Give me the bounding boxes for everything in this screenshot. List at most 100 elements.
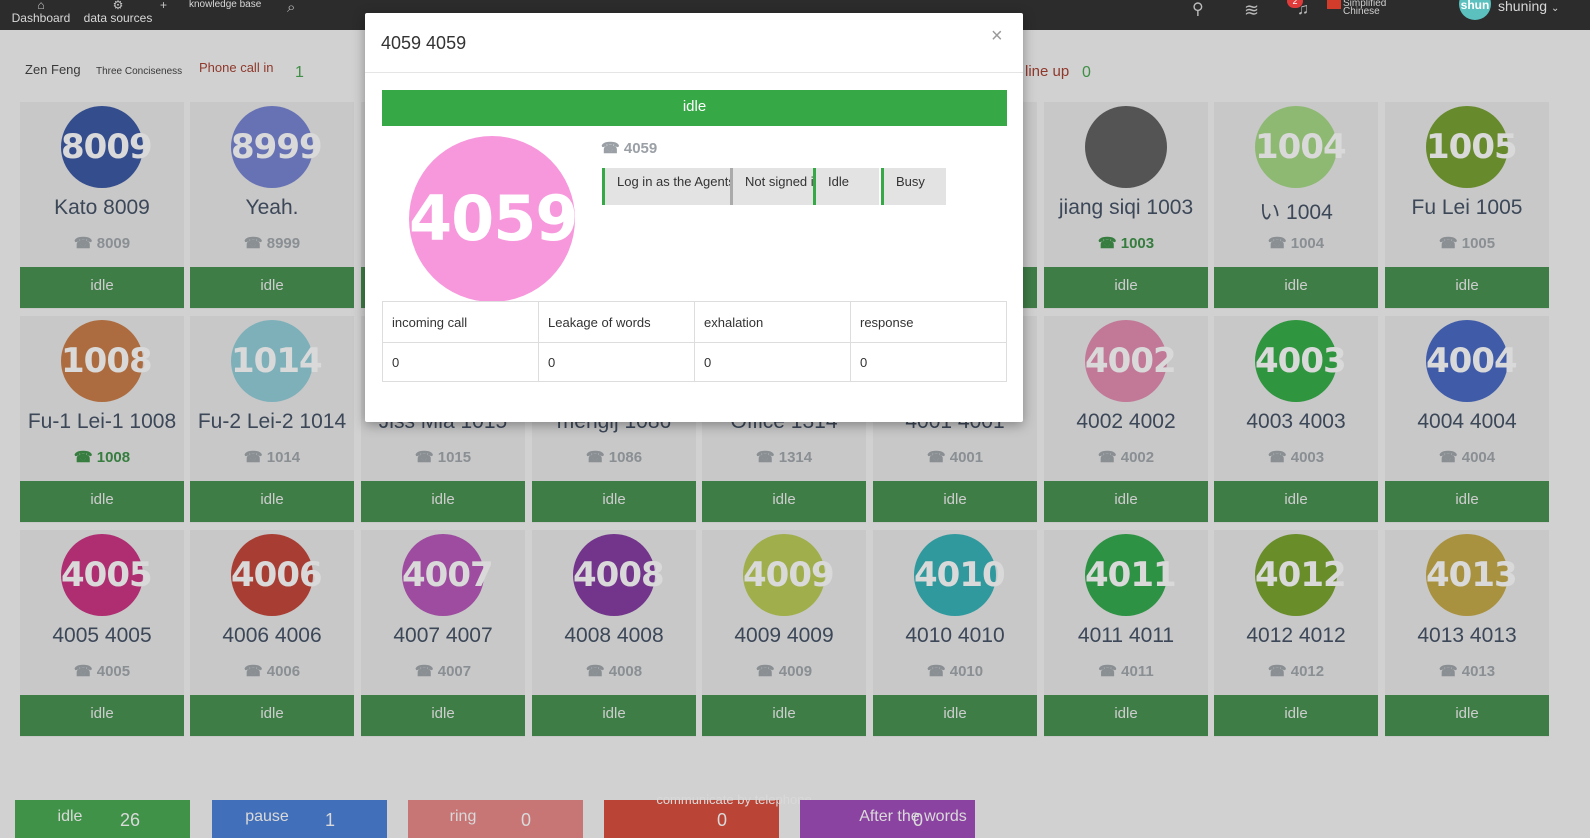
agent-name: 4004 4004 [1417, 410, 1517, 433]
summary-label: idle [57, 808, 83, 825]
agent-extension-number: 1086 [608, 449, 643, 466]
agent-state-bar: idle [702, 481, 866, 522]
status-group-1: Zen Feng [25, 62, 81, 77]
login-agent-button[interactable]: Log in as the Agents [602, 168, 735, 205]
summary-label: communicate by telephone [656, 792, 812, 807]
phone-icon: ☎ [1097, 449, 1121, 466]
agent-extension: ☎ 1004 [1214, 234, 1378, 252]
agent-extension: ☎ 1008 [20, 448, 184, 466]
line-up-label: line up [1025, 63, 1070, 80]
agent-card[interactable]: jiang siqi 1003 ☎ 1003 idle [1044, 102, 1208, 309]
agent-extension-number: 1008 [96, 449, 131, 466]
layers-icon[interactable]: ≋ [1244, 1, 1259, 32]
username-menu[interactable]: shuning ⌄ [1498, 0, 1559, 15]
agent-card[interactable]: 4011 4011 4011 ☎ 4011 idle [1044, 530, 1208, 737]
agent-state-bar: idle [873, 481, 1037, 522]
agent-card[interactable]: 1005 Fu Lei 1005 ☎ 1005 idle [1385, 102, 1549, 309]
agent-name: jiang siqi 1003 [1058, 196, 1194, 219]
agent-badge: 4007 [402, 534, 494, 616]
nav-dashboard-label: Dashboard [11, 11, 71, 25]
agent-card[interactable]: 1004 い 1004 ☎ 1004 idle [1214, 102, 1378, 309]
nav-data-sources-label: data sources [83, 11, 153, 25]
agent-state-bar: idle [190, 267, 354, 308]
agent-state-bar: idle [20, 695, 184, 736]
agent-card[interactable]: 4004 4004 4004 ☎ 4004 idle [1385, 316, 1549, 523]
modal-agent-badge: 4059 [409, 136, 579, 302]
agent-extension-number: 1014 [266, 449, 301, 466]
agent-card[interactable]: 4005 4005 4005 ☎ 4005 idle [20, 530, 184, 737]
agent-name: い 1004 [1259, 201, 1333, 224]
idle-button[interactable]: Idle [813, 168, 879, 205]
header-response: response [850, 301, 1007, 343]
agent-card[interactable]: 8009 Kato 8009 ☎ 8009 idle [20, 102, 184, 309]
agent-badge: 4002 [1085, 320, 1177, 402]
agent-badge: 4009 [743, 534, 835, 616]
agent-state-bar: idle [20, 267, 184, 308]
agent-card[interactable]: 4009 4009 4009 ☎ 4009 idle [702, 530, 866, 737]
summary-0[interactable]: idle 26 [15, 800, 190, 838]
agent-extension-number: 4010 [949, 663, 984, 680]
summary-count: 1 [325, 810, 336, 830]
language-selector[interactable]: Simplified Chinese [1343, 0, 1386, 17]
agent-extension: ☎ 4010 [873, 662, 1037, 680]
agent-extension: ☎ 4008 [532, 662, 696, 680]
agent-card[interactable]: 4007 4007 4007 ☎ 4007 idle [361, 530, 525, 737]
agent-extension: ☎ 8999 [190, 234, 354, 252]
nav-data-sources[interactable]: ⚙ data sources [80, 0, 156, 30]
summary-count: 26 [120, 810, 141, 830]
agent-badge [1085, 106, 1167, 188]
nav-knowledge-base[interactable]: + knowledge base [154, 0, 274, 30]
agent-extension: ☎ 4009 [702, 662, 866, 680]
nav-dashboard[interactable]: ⌂ Dashboard [10, 0, 72, 30]
agent-state-bar: idle [1385, 695, 1549, 736]
summary-3[interactable]: communicate by telephone 0 [604, 792, 812, 838]
agent-badge: 4006 [231, 534, 323, 616]
agent-badge: 8999 [231, 106, 323, 188]
agent-state-bar: idle [190, 481, 354, 522]
gear-icon: ⚙ [112, 0, 124, 12]
agent-badge: 8009 [61, 106, 153, 188]
agent-card[interactable]: 4008 4008 4008 ☎ 4008 idle [532, 530, 696, 737]
agent-extension: ☎ 4007 [361, 662, 525, 680]
wrench-icon[interactable]: ⚲ [1192, 2, 1204, 32]
agent-state-bar: idle [1214, 695, 1378, 736]
agent-card[interactable]: 4002 4002 4002 ☎ 4002 idle [1044, 316, 1208, 523]
agent-card[interactable]: 4010 4010 4010 ☎ 4010 idle [873, 530, 1037, 737]
agent-state-bar: idle [1214, 481, 1378, 522]
agent-name: 4006 4006 [222, 624, 322, 647]
busy-button[interactable]: Busy [881, 168, 946, 205]
agent-extension-number: 4008 [608, 663, 643, 680]
agent-card[interactable]: 4012 4012 4012 ☎ 4012 idle [1214, 530, 1378, 737]
agent-extension-number: 1005 [1461, 235, 1496, 252]
summary-1[interactable]: pause 1 [212, 800, 387, 838]
agent-card[interactable]: 1014 Fu-2 Lei-2 1014 ☎ 1014 idle [190, 316, 354, 523]
agent-extension-number: 1003 [1120, 235, 1155, 252]
summary-2[interactable]: ring 0 [408, 800, 583, 838]
agent-extension: ☎ 4005 [20, 662, 184, 680]
agent-card[interactable]: 8999 Yeah. ☎ 8999 idle [190, 102, 354, 309]
phone-icon: ☎ [1438, 663, 1462, 680]
plus-icon: + [160, 0, 168, 12]
agent-card[interactable]: 4003 4003 4003 ☎ 4003 idle [1214, 316, 1378, 523]
agent-card[interactable]: 4013 4013 4013 ☎ 4013 idle [1385, 530, 1549, 737]
agent-badge: 4005 [61, 534, 153, 616]
avatar[interactable]: shun [1459, 0, 1491, 20]
agent-card[interactable]: 1008 Fu-1 Lei-1 1008 ☎ 1008 idle [20, 316, 184, 523]
agent-badge: 1004 [1255, 106, 1347, 188]
agent-extension: ☎ 1005 [1385, 234, 1549, 252]
phone-icon: ☎ [601, 140, 620, 157]
table-header-row: incoming call Leakage of words exhalatio… [382, 301, 1007, 343]
summary-4[interactable]: After the words 0 [800, 800, 975, 838]
search-icon[interactable]: ⌕ [287, 0, 305, 30]
agent-extension-number: 4012 [1290, 663, 1325, 680]
table-row: 0 0 0 0 [382, 342, 1007, 382]
modal-title: 4059 4059 [381, 33, 467, 53]
agent-extension: ☎ 4001 [873, 448, 1037, 466]
agent-badge: 4010 [914, 534, 1006, 616]
agent-card[interactable]: 4006 4006 4006 ☎ 4006 idle [190, 530, 354, 737]
not-signed-in-button[interactable]: Not signed in [730, 168, 821, 205]
agent-badge: 1014 [231, 320, 323, 402]
header-leakage-of-words: Leakage of words [538, 301, 695, 343]
phone-icon: ☎ [243, 449, 267, 466]
close-icon[interactable]: × [991, 25, 1003, 48]
